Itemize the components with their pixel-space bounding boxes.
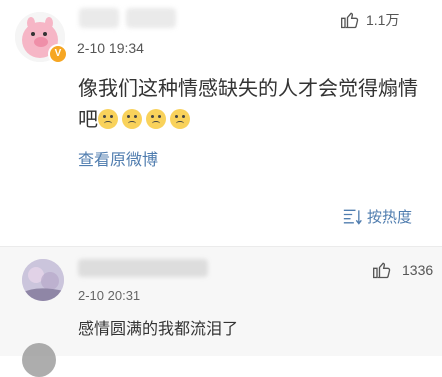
emoji-icon [122, 109, 142, 129]
emoji-icon [146, 109, 166, 129]
emoji-icon [98, 109, 118, 129]
username-blurred [126, 8, 176, 28]
comment-like-count: 1336 [402, 262, 434, 278]
sort-icon [343, 209, 362, 225]
thumbs-up-icon [341, 12, 359, 29]
next-commenter-avatar[interactable] [22, 343, 56, 377]
post-time: 2-10 19:34 [77, 40, 144, 56]
comment-time: 2-10 20:31 [78, 288, 141, 303]
post-like-count: 1.1万 [366, 12, 400, 28]
view-original-link[interactable]: 查看原微博 [78, 146, 158, 170]
post-like-button[interactable]: 1.1万 [340, 10, 399, 30]
comment-like-button[interactable]: 1336 [372, 260, 433, 280]
emoji-icon [170, 109, 190, 129]
sort-by-hot-button[interactable]: 按热度 [343, 206, 412, 227]
sort-label: 按热度 [367, 209, 413, 226]
commenter-avatar[interactable] [22, 259, 64, 301]
username-blurred[interactable] [79, 8, 119, 28]
commenter-name-blurred[interactable] [78, 259, 208, 277]
post-content: 像我们这种情感缺失的人才会觉得煽情吧 [78, 74, 418, 136]
thumbs-up-icon [373, 262, 391, 279]
comment-text: 感情圆满的我都流泪了 [78, 321, 239, 338]
avatar-photo-icon [22, 259, 64, 301]
verified-badge-icon: V [48, 44, 68, 64]
comment-item: 2-10 20:31 1336 感情圆满的我都流泪了 [0, 247, 442, 377]
original-post: V 2-10 19:34 1.1万 像我们这种情感缺失的人才会觉得煽情吧 查看原… [0, 0, 442, 246]
